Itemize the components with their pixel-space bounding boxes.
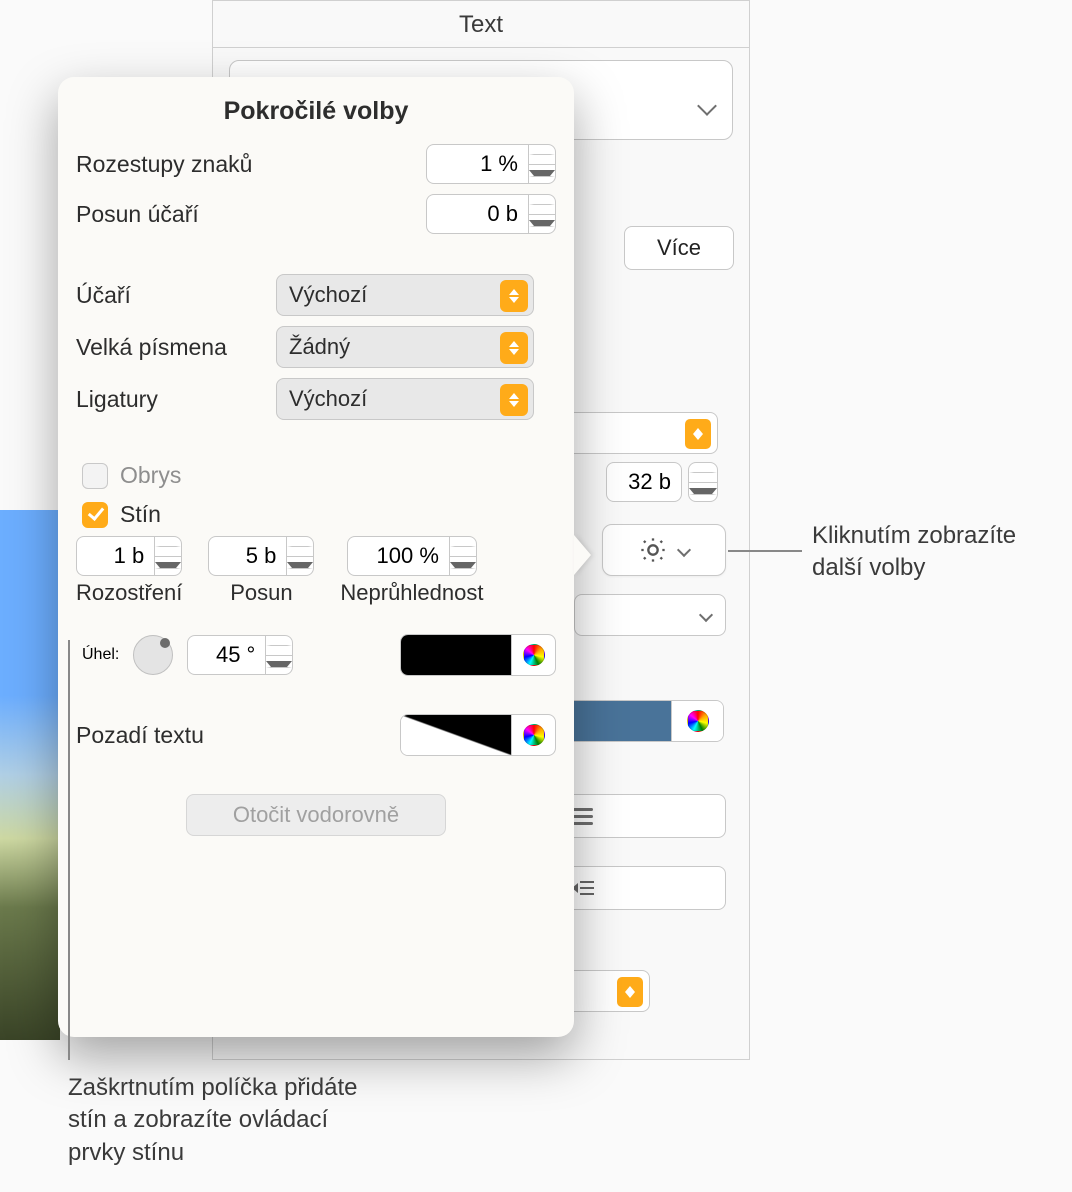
shadow-blur-stepper[interactable]: 1 b: [76, 536, 182, 576]
caps-label: Velká písmena: [76, 334, 276, 361]
angle-value[interactable]: 45 °: [187, 635, 265, 675]
align-justify-icon: [573, 808, 593, 825]
shadow-color-well[interactable]: [400, 634, 556, 676]
color-wheel-icon: [523, 724, 545, 746]
shadow-label: Stín: [120, 501, 161, 528]
advanced-options-popover: Pokročilé volby Rozestupy znaků 1 % Posu…: [58, 77, 574, 1037]
popover-title: Pokročilé volby: [76, 97, 556, 126]
shadow-opacity-stepper[interactable]: 100 %: [347, 536, 477, 576]
char-spacing-label: Rozestupy znaků: [76, 151, 426, 178]
caps-value: Žádný: [289, 334, 350, 360]
font-style-select[interactable]: [574, 594, 726, 636]
callout-shadow-checkbox: Zaškrtnutím políčka přidáte stín a zobra…: [68, 1072, 388, 1169]
indent-icon: [572, 879, 594, 897]
stepper-arrows-icon[interactable]: [528, 194, 556, 234]
char-spacing-stepper[interactable]: 1 %: [426, 144, 556, 184]
color-picker-button[interactable]: [671, 701, 723, 741]
color-swatch[interactable]: [401, 715, 511, 755]
angle-stepper[interactable]: 45 °: [187, 635, 293, 675]
ligatures-label: Ligatury: [76, 386, 276, 413]
stepper-arrows-icon[interactable]: [286, 536, 314, 576]
chevron-down-icon: [677, 543, 691, 557]
updown-icon: [500, 332, 528, 364]
baseline-value: Výchozí: [289, 282, 367, 308]
shadow-opacity-value[interactable]: 100 %: [347, 536, 449, 576]
shadow-opacity-label: Neprůhlednost: [340, 580, 483, 606]
updown-icon: [685, 419, 711, 449]
baseline-shift-label: Posun účaří: [76, 201, 426, 228]
stepper-arrows-icon[interactable]: [528, 144, 556, 184]
more-button[interactable]: Více: [624, 226, 734, 270]
stepper-arrows-icon[interactable]: [154, 536, 182, 576]
updown-icon: [500, 384, 528, 416]
callout-gear: Kliknutím zobrazíte další volby: [812, 520, 1067, 585]
baseline-select[interactable]: Výchozí: [276, 274, 534, 316]
angle-label: Úhel:: [82, 646, 119, 664]
shadow-blur-label: Rozostření: [76, 580, 182, 606]
caps-select[interactable]: Žádný: [276, 326, 534, 368]
char-spacing-value[interactable]: 1 %: [426, 144, 528, 184]
ligatures-select[interactable]: Výchozí: [276, 378, 534, 420]
color-swatch[interactable]: [401, 635, 511, 675]
baseline-label: Účaří: [76, 282, 276, 309]
updown-icon: [500, 280, 528, 312]
popover-arrow: [574, 535, 591, 575]
panel-title: Text: [213, 1, 749, 47]
font-size-value[interactable]: 32 b: [606, 462, 682, 502]
text-background-color-well[interactable]: [400, 714, 556, 756]
stepper-arrows-icon[interactable]: [449, 536, 477, 576]
flip-horizontal-button[interactable]: Otočit vodorovně: [186, 794, 446, 836]
chevron-down-icon: [699, 608, 713, 622]
shadow-blur-value[interactable]: 1 b: [76, 536, 154, 576]
angle-dial[interactable]: [133, 635, 173, 675]
shadow-offset-label: Posun: [230, 580, 292, 606]
callout-leader-line: [728, 550, 802, 552]
text-background-label: Pozadí textu: [76, 722, 400, 749]
ligatures-value: Výchozí: [289, 386, 367, 412]
color-picker-button[interactable]: [511, 715, 555, 755]
callout-leader-line: [68, 640, 70, 1060]
chevron-down-icon: [697, 96, 717, 116]
font-size-stepper[interactable]: 32 b: [606, 462, 718, 502]
outline-label: Obrys: [120, 462, 181, 489]
advanced-options-gear-button[interactable]: [602, 524, 726, 576]
color-picker-button[interactable]: [511, 635, 555, 675]
angle-indicator: [160, 638, 170, 648]
gear-icon: [639, 536, 667, 564]
document-photo: [0, 510, 60, 1040]
baseline-shift-value[interactable]: 0 b: [426, 194, 528, 234]
shadow-checkbox[interactable]: [82, 502, 108, 528]
updown-icon: [617, 977, 643, 1007]
stepper-arrows-icon[interactable]: [265, 635, 293, 675]
stepper-arrows-icon[interactable]: [688, 462, 718, 502]
outline-checkbox[interactable]: [82, 463, 108, 489]
color-wheel-icon: [523, 644, 545, 666]
shadow-offset-stepper[interactable]: 5 b: [208, 536, 314, 576]
shadow-offset-value[interactable]: 5 b: [208, 536, 286, 576]
baseline-shift-stepper[interactable]: 0 b: [426, 194, 556, 234]
color-wheel-icon: [687, 710, 709, 732]
